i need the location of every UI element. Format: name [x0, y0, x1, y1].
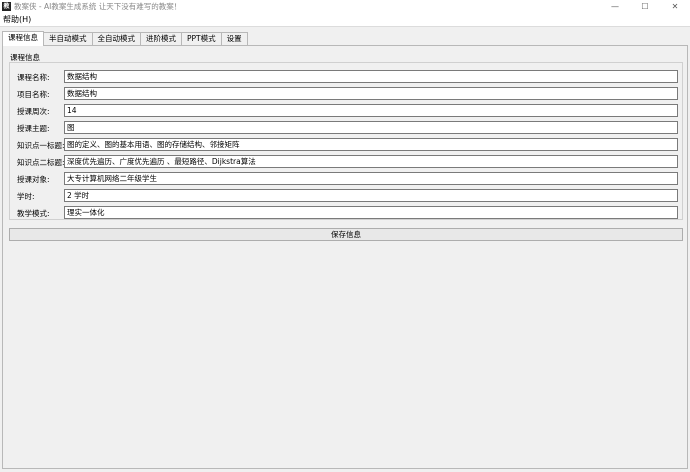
teaching-mode-label: 教学模式:	[17, 208, 50, 218]
tab-ppt-mode[interactable]: PPT模式	[181, 32, 222, 45]
class-hours-label: 学时:	[17, 191, 35, 201]
window-title: 教案侠 - AI教案生成系统 让天下没有难写的教案！	[14, 1, 182, 11]
class-hours-input[interactable]	[64, 189, 678, 202]
field-row-knowledge-point-1: 知识点一标题:	[17, 138, 678, 152]
menu-help[interactable]: 帮助(H)	[3, 14, 31, 25]
knowledge-point-1-label: 知识点一标题:	[17, 140, 65, 150]
window-controls: — ☐ ✕	[600, 0, 690, 12]
field-row-teaching-mode: 教学模式:	[17, 206, 678, 220]
teaching-topic-input[interactable]	[64, 121, 678, 134]
knowledge-point-2-input[interactable]	[64, 155, 678, 168]
save-info-button[interactable]: 保存信息	[9, 228, 683, 241]
course-info-panel: 课程信息 课程名称: 项目名称: 授课周次: 授课主题: 知识点一标题: 知识点…	[2, 45, 688, 469]
teaching-mode-input[interactable]	[64, 206, 678, 219]
minimize-icon[interactable]: —	[600, 0, 630, 12]
tab-settings[interactable]: 设置	[220, 32, 248, 45]
maximize-icon[interactable]: ☐	[630, 0, 660, 12]
knowledge-point-1-input[interactable]	[64, 138, 678, 151]
tab-full-auto-mode[interactable]: 全自动模式	[91, 32, 141, 45]
teaching-week-label: 授课周次:	[17, 106, 50, 116]
field-row-project-name: 项目名称:	[17, 87, 678, 101]
menu-bar: 帮助(H)	[0, 12, 690, 27]
audience-input[interactable]	[64, 172, 678, 185]
field-row-audience: 授课对象:	[17, 172, 678, 186]
project-name-label: 项目名称:	[17, 89, 50, 99]
teaching-topic-label: 授课主题:	[17, 123, 50, 133]
app-logo-icon: 教	[2, 1, 11, 11]
teaching-week-input[interactable]	[64, 104, 678, 117]
tab-advanced-mode[interactable]: 进阶模式	[140, 32, 182, 45]
course-info-group: 课程名称: 项目名称: 授课周次: 授课主题: 知识点一标题: 知识点二标题: …	[9, 62, 683, 220]
knowledge-point-2-label: 知识点二标题:	[17, 157, 65, 167]
field-row-class-hours: 学时:	[17, 189, 678, 203]
title-bar: 教 教案侠 - AI教案生成系统 让天下没有难写的教案！ — ☐ ✕	[0, 0, 690, 12]
field-row-teaching-week: 授课周次:	[17, 104, 678, 118]
tab-semi-auto-mode[interactable]: 半自动模式	[43, 32, 93, 45]
audience-label: 授课对象:	[17, 174, 50, 184]
field-row-course-name: 课程名称:	[17, 70, 678, 84]
tab-bar: 课程信息 半自动模式 全自动模式 进阶模式 PPT模式 设置	[2, 31, 248, 46]
course-name-label: 课程名称:	[17, 72, 50, 82]
field-row-knowledge-point-2: 知识点二标题:	[17, 155, 678, 169]
field-row-teaching-topic: 授课主题:	[17, 121, 678, 135]
project-name-input[interactable]	[64, 87, 678, 100]
close-icon[interactable]: ✕	[660, 0, 690, 12]
course-name-input[interactable]	[64, 70, 678, 83]
tab-course-info[interactable]: 课程信息	[2, 31, 44, 46]
